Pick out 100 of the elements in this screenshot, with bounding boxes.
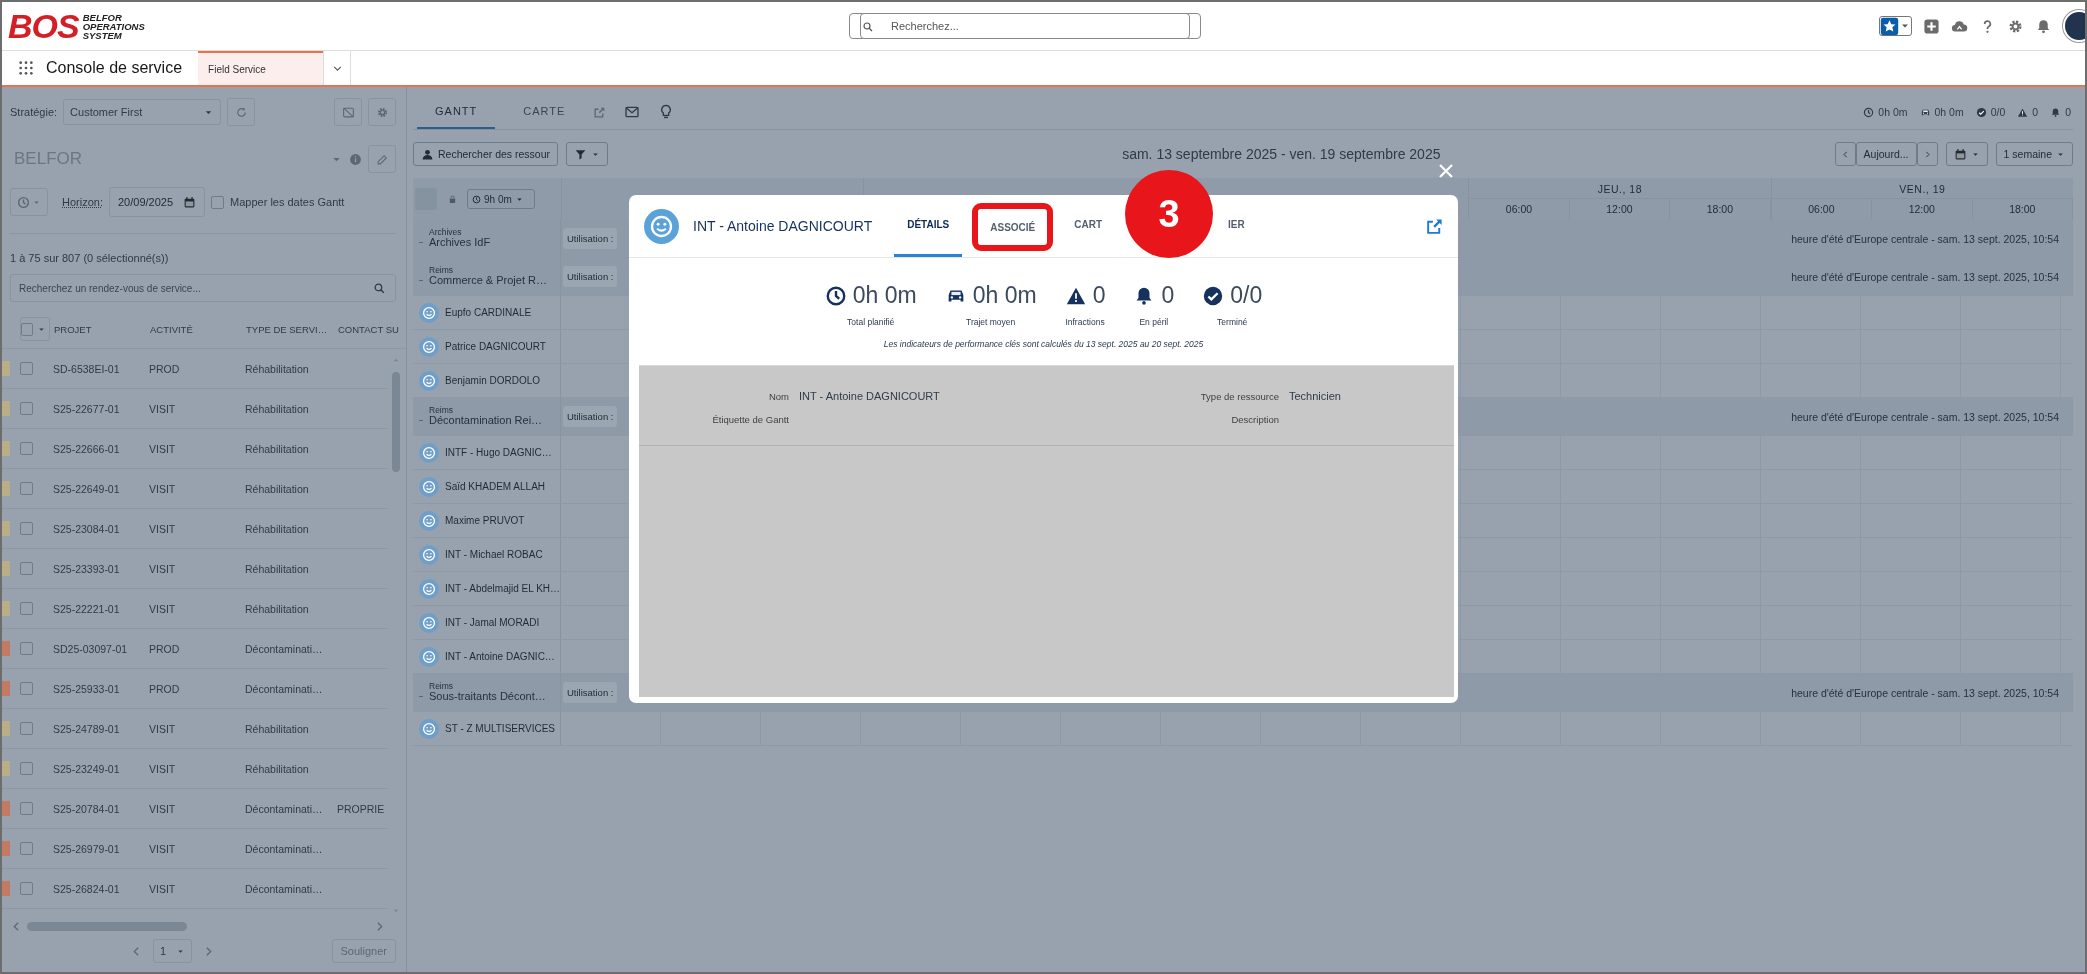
scrollbar-thumb[interactable] <box>392 372 400 472</box>
day-label: JEU., 18 <box>1596 182 1644 197</box>
add-icon[interactable] <box>1923 17 1940 35</box>
kpi-value: 0h 0m <box>972 282 1037 309</box>
view-tab[interactable]: CARTE <box>505 95 584 129</box>
table-cell-text: PROD <box>149 642 181 655</box>
checkbox[interactable] <box>20 722 33 735</box>
mail-icon[interactable] <box>624 104 641 120</box>
resource-name[interactable]: Eupfo CARDINALE <box>445 307 532 318</box>
edit-button[interactable] <box>368 145 396 173</box>
table-cell-text: Réhabilitation <box>245 602 310 615</box>
table-cell-text: Réhabilitation <box>245 402 310 415</box>
resource-name[interactable]: INTF - Hugo DAGNIC… <box>445 447 552 458</box>
resource-name[interactable]: ST - Z MULTISERVICES <box>445 723 556 734</box>
resource-name[interactable]: INT - Jamal MORADI <box>445 617 540 628</box>
date-field[interactable]: 20/09/2025 <box>108 187 206 217</box>
notifications-icon[interactable] <box>2035 17 2052 35</box>
resource-name[interactable]: INT - Antoine DAGNIC… <box>445 651 555 662</box>
nav-tab[interactable]: Field Service <box>198 51 324 85</box>
table-cell-text: S25-23249-01 <box>53 762 121 775</box>
table-cell-text: S25-26824-01 <box>53 882 121 895</box>
checkbox[interactable] <box>20 442 33 455</box>
tab[interactable]: IER <box>1215 195 1258 257</box>
utilization-label: Utilisation : <box>563 228 618 249</box>
avatar-icon <box>419 370 439 391</box>
checkbox[interactable] <box>20 882 33 895</box>
tab[interactable]: DÉTAILS <box>894 195 963 257</box>
warning-icon <box>2017 106 2029 118</box>
filter-icon <box>574 147 588 161</box>
resource-name[interactable]: Saïd KHADEM ALLAH <box>445 481 546 492</box>
duration-dropdown[interactable]: 9h 0m <box>467 189 535 209</box>
kpi-label: Total planifié <box>847 317 895 327</box>
column-header[interactable]: PROJET <box>54 323 150 335</box>
kpi-label: Terminé <box>1217 317 1248 327</box>
filter-button[interactable] <box>566 142 609 166</box>
table-cell-text: VISIT <box>149 442 177 455</box>
checkbox[interactable] <box>20 802 33 815</box>
tab[interactable]: ASSOCIÉ <box>972 203 1054 251</box>
external-link-icon[interactable] <box>593 105 607 119</box>
close-icon[interactable] <box>1437 162 1455 180</box>
calendar-button[interactable] <box>1945 142 1988 166</box>
table-cell-text: VISIT <box>149 602 177 615</box>
favorites-button[interactable] <box>1879 16 1912 36</box>
checkbox[interactable] <box>20 842 33 855</box>
checkbox-label: Mapper les dates Gantt <box>230 196 345 208</box>
column-header[interactable]: TYPE DE SERVI… <box>246 323 338 335</box>
table-cell-text: Réhabilitation <box>245 482 310 495</box>
kpi-label: Infractions <box>1065 317 1105 327</box>
tab[interactable]: CART <box>1061 195 1116 257</box>
app-launcher-icon[interactable] <box>18 60 34 76</box>
kpi-value: 0/0 <box>1230 282 1263 309</box>
checkbox[interactable] <box>20 482 33 495</box>
checkbox[interactable] <box>211 195 225 209</box>
resource-name[interactable]: Maxime PRUVOT <box>445 515 525 526</box>
app-name: Console de service <box>46 59 183 77</box>
next-button[interactable] <box>1916 142 1938 166</box>
checkbox[interactable] <box>20 402 33 415</box>
checkbox[interactable] <box>20 682 33 695</box>
resource-name[interactable]: Benjamin DORDOLO <box>445 375 541 386</box>
checkbox[interactable] <box>20 762 33 775</box>
info-icon[interactable] <box>349 152 362 166</box>
avatar-icon <box>419 544 439 565</box>
table-cell-text: Décontaminati… <box>245 682 324 695</box>
settings-button[interactable] <box>368 98 396 126</box>
field-label: Stratégie: <box>10 106 58 118</box>
table-cell-text: S25-25933-01 <box>53 682 121 695</box>
resource-search-button[interactable]: Rechercher des ressour <box>413 142 559 166</box>
checkbox[interactable] <box>20 522 33 535</box>
resource-name[interactable]: Patrice DAGNICOURT <box>445 341 546 352</box>
previous-button[interactable] <box>1834 142 1856 166</box>
select-all-checkbox[interactable] <box>20 317 50 341</box>
checkbox[interactable] <box>20 562 33 575</box>
today-button[interactable]: Aujourd... <box>1855 142 1917 166</box>
time-filter-button[interactable] <box>10 188 48 216</box>
search-field[interactable]: Recherchez un rendez-vous de service... <box>10 274 396 302</box>
scrollbar-thumb[interactable] <box>27 921 187 931</box>
nav-menu-button[interactable] <box>323 51 352 85</box>
view-range-dropdown[interactable]: 1 semaine <box>1995 142 2073 166</box>
utilization-label: Utilisation : <box>563 682 618 703</box>
refresh-button[interactable] <box>227 98 256 126</box>
checkbox[interactable] <box>20 362 33 375</box>
table-cell: PROPRIE <box>337 802 385 815</box>
kpi-note: Les indicateurs de performance clés sont calculés du 13 sept. 2025 au 20 sept. 2025 <box>882 339 1205 349</box>
checkbox[interactable] <box>20 602 33 615</box>
resource-name[interactable]: INT - Abdelmajid EL KH… <box>445 583 561 594</box>
external-link-icon[interactable] <box>1425 216 1444 236</box>
map-toggle-button[interactable] <box>334 98 362 126</box>
kpi-value: 0/0 <box>1990 106 2006 118</box>
search-field[interactable]: Recherchez... <box>860 13 1190 39</box>
column-header[interactable]: CONTACT SU <box>338 323 399 335</box>
column-header[interactable]: ACTIVITÉ <box>150 323 246 335</box>
table-cell-text: VISIT <box>149 882 177 895</box>
field-label: Horizon: <box>62 196 103 208</box>
table-cell-text: Réhabilitation <box>245 442 310 455</box>
table-cell-text: S25-24789-01 <box>53 722 121 735</box>
page-dropdown[interactable]: 1 <box>153 939 193 963</box>
checkbox[interactable] <box>20 642 33 655</box>
view-tab[interactable]: GANTT <box>417 95 496 129</box>
resource-name[interactable]: INT - Michael ROBAC <box>445 549 543 560</box>
strategy-dropdown[interactable]: Customer First <box>63 99 222 125</box>
